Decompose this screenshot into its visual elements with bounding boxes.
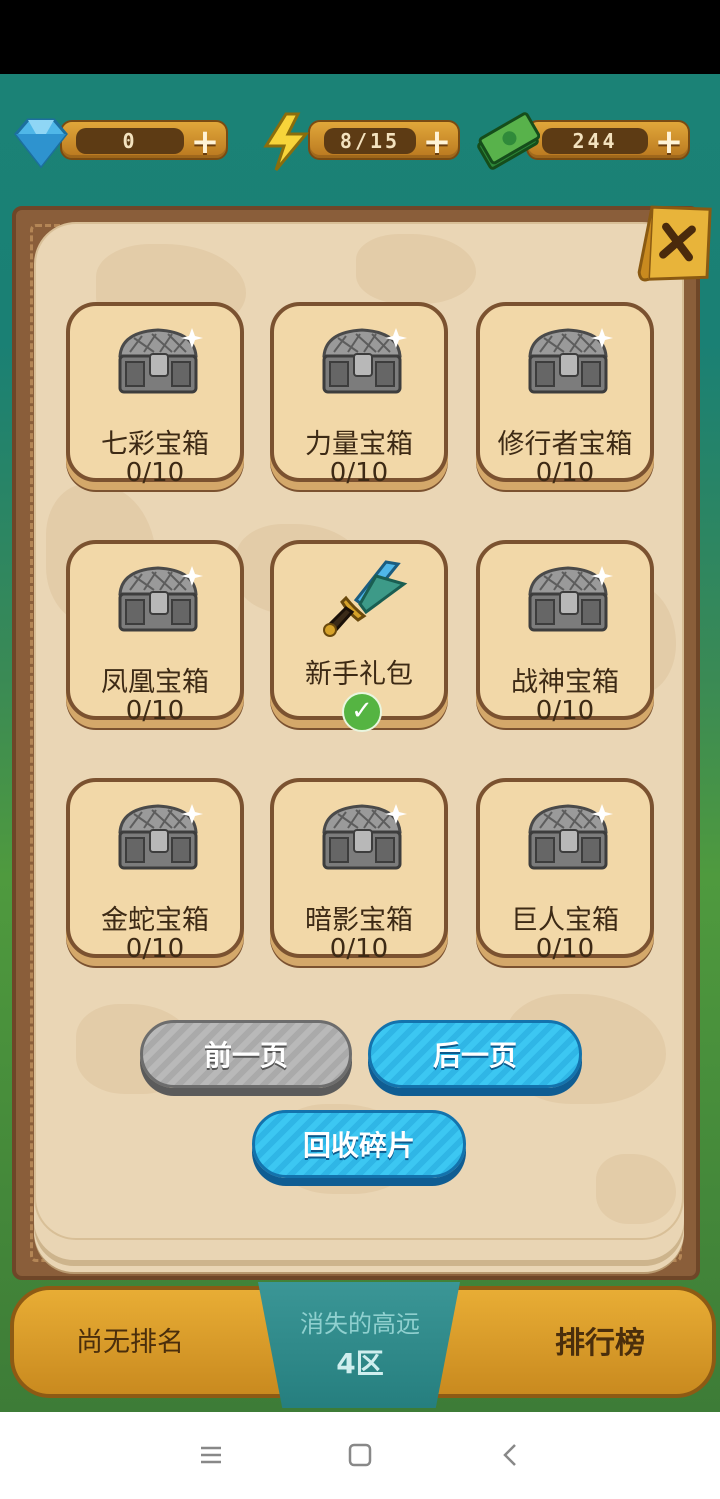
chest-card[interactable]: 战神宝箱 0/10 [476,540,654,726]
energy-value: 8/15 [324,128,416,154]
chest-card[interactable]: 巨人宝箱 0/10 [476,778,654,964]
recycle-fragments-button[interactable]: 回收碎片 [252,1110,466,1178]
chest-name: 力量宝箱 [305,429,413,460]
chest-card[interactable]: 七彩宝箱 0/10 [66,302,244,488]
close-button[interactable] [636,200,719,293]
chest-name: 暗影宝箱 [305,905,413,936]
menu-icon[interactable] [198,1442,224,1468]
chest-icon [112,326,204,396]
chest-name: 战神宝箱 [511,667,619,698]
diamond-icon [14,118,68,169]
cash-value: 244 [542,128,648,154]
chest-count: 0/10 [535,934,595,964]
chest-name: 新手礼包 [305,659,413,690]
chest-name: 巨人宝箱 [511,905,619,936]
add-cash-button[interactable]: + [654,125,684,159]
chest-card[interactable]: 新手礼包 ✓ [270,540,448,732]
sword-icon [316,558,408,637]
chest-name: 七彩宝箱 [101,429,209,460]
chest-icon [112,564,204,634]
add-energy-button[interactable]: + [422,125,452,159]
chest-card[interactable]: 暗影宝箱 0/10 [270,778,448,964]
chest-count: 0/10 [125,696,185,726]
add-gems-button[interactable]: + [190,125,220,159]
chest-icon [522,802,614,872]
back-icon[interactable] [498,1442,524,1468]
zone-number: 4区 [336,1347,384,1380]
chest-count: 0/10 [125,934,185,964]
home-icon[interactable] [347,1442,373,1468]
lightning-icon [263,112,310,171]
gems-counter: 0 + [8,112,230,169]
chest-name: 凤凰宝箱 [101,667,209,698]
chest-icon [522,326,614,396]
chest-count: 0/10 [125,458,185,488]
chest-icon [522,564,614,634]
chest-count: 0/10 [329,934,389,964]
rank-status: 尚无排名 [76,1327,184,1358]
gems-value: 0 [76,128,184,154]
chest-name: 修行者宝箱 [497,429,633,460]
cash-counter: 244 + [474,112,692,170]
energy-counter: 8/15 + [256,112,460,171]
status-bar [0,0,720,74]
prev-page-button[interactable]: 前一页 [140,1020,352,1088]
leaderboard-button[interactable]: 排行榜 [540,1318,660,1362]
chest-icon [316,326,408,396]
next-page-button[interactable]: 后一页 [368,1020,582,1088]
zone-title: 消失的高远 [300,1310,420,1338]
chest-count: 0/10 [535,458,595,488]
chest-icon [112,802,204,872]
chest-count: 0/10 [535,696,595,726]
chest-card[interactable]: 凤凰宝箱 0/10 [66,540,244,726]
claimed-check-icon: ✓ [342,692,382,732]
chest-name: 金蛇宝箱 [101,905,209,936]
chest-count: 0/10 [329,458,389,488]
chest-card[interactable]: 力量宝箱 0/10 [270,302,448,488]
cash-icon [477,112,540,170]
chest-icon [316,802,408,872]
chest-card[interactable]: 金蛇宝箱 0/10 [66,778,244,964]
chest-card[interactable]: 修行者宝箱 0/10 [476,302,654,488]
